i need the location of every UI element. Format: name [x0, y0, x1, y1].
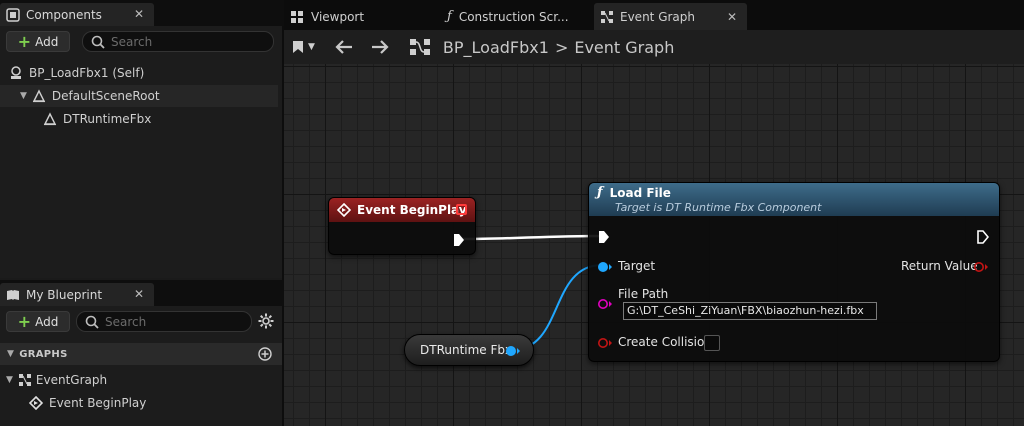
- create-collision-checkbox[interactable]: [704, 335, 720, 351]
- breadcrumb-graph[interactable]: Event Graph: [574, 38, 674, 57]
- close-icon[interactable]: ✕: [727, 10, 737, 24]
- delegate-pin-icon[interactable]: [456, 204, 467, 215]
- graph-item-event-beginplay[interactable]: Event BeginPlay: [0, 392, 278, 414]
- plus-icon: +: [17, 31, 32, 51]
- graphs-section-label: GRAPHS: [19, 348, 68, 360]
- return-value-pin-icon[interactable]: [973, 261, 989, 273]
- tab-construction-script[interactable]: ƒ Construction Scr...: [447, 3, 587, 30]
- create-collision-pin-label: Create Collision: [618, 335, 712, 349]
- event-beginplay-title: Event BeginPlay: [357, 203, 467, 217]
- add-component-button[interactable]: + Add: [6, 31, 70, 52]
- tab-event-graph[interactable]: Event Graph ✕: [594, 3, 747, 30]
- dtruntime-fbx-variable-node[interactable]: DTRuntime Fbx: [404, 334, 534, 366]
- load-file-subtitle: Target is DT Runtime Fbx Component: [615, 201, 822, 214]
- editor-tabbar: Viewport ƒ Construction Scr... Event Gra…: [284, 0, 1024, 30]
- back-arrow-icon[interactable]: [335, 40, 353, 54]
- forward-arrow-icon[interactable]: [371, 40, 389, 54]
- tree-item-dtruntimefbx[interactable]: DTRuntimeFbx: [0, 108, 278, 130]
- load-file-title: Load File: [609, 185, 671, 200]
- tab-viewport[interactable]: Viewport: [290, 3, 430, 30]
- add-blueprint-item-button[interactable]: + Add: [6, 311, 70, 332]
- variable-out-pin-icon[interactable]: [505, 345, 521, 357]
- tab-viewport-label: Viewport: [311, 9, 365, 24]
- collapse-arrow-icon[interactable]: ▼: [6, 375, 13, 385]
- exec-wire[interactable]: [461, 234, 603, 241]
- graph-item-event-beginplay-label: Event BeginPlay: [49, 396, 147, 410]
- add-blueprint-item-label: Add: [35, 314, 59, 329]
- blueprint-self-icon: [8, 66, 24, 80]
- function-icon: ƒ: [597, 185, 603, 200]
- event-diamond-icon: [28, 396, 44, 410]
- component-icon: [42, 112, 58, 126]
- tree-item-dtruntimefbx-label: DTRuntimeFbx: [63, 112, 152, 126]
- plus-icon: +: [17, 311, 32, 331]
- tree-item-self-label: BP_LoadFbx1 (Self): [29, 66, 145, 80]
- function-icon: ƒ: [447, 9, 452, 24]
- bookmark-icon[interactable]: [292, 40, 304, 54]
- book-icon: [7, 289, 19, 300]
- load-file-header[interactable]: ƒ Load File Target is DT Runtime Fbx Com…: [589, 183, 999, 216]
- viewport-icon: [291, 10, 303, 23]
- graph-editor: Viewport ƒ Construction Scr... Event Gra…: [284, 0, 1024, 426]
- graph-toolbar: ▼ BP_LoadFbx1 > Event Graph: [284, 30, 1024, 64]
- collapse-arrow-icon[interactable]: ▼: [7, 349, 14, 359]
- file-path-pin-icon[interactable]: [597, 298, 613, 310]
- breadcrumb-separator: >: [554, 37, 569, 57]
- tab-construction-script-label: Construction Scr...: [458, 9, 569, 24]
- my-blueprint-panel: + Add ▼ GRAPHS: [0, 306, 282, 426]
- components-tab-label: Components: [26, 7, 102, 22]
- event-diamond-icon: [337, 203, 351, 217]
- load-file-node[interactable]: ƒ Load File Target is DT Runtime Fbx Com…: [588, 182, 1000, 362]
- scene-root-icon: [31, 89, 47, 103]
- event-graph-icon: [601, 10, 613, 23]
- graph-canvas[interactable]: Event BeginPlay ƒ Load File Target is DT…: [284, 64, 1024, 426]
- target-pin-label: Target: [618, 259, 656, 273]
- components-tab[interactable]: Components ✕: [0, 3, 154, 26]
- dtruntime-fbx-variable-label: DTRuntime Fbx: [420, 343, 513, 357]
- return-value-pin-label: Return Value: [901, 259, 978, 273]
- exec-out-pin-icon[interactable]: [453, 233, 465, 247]
- event-beginplay-header[interactable]: Event BeginPlay: [329, 198, 475, 222]
- add-graph-icon[interactable]: [258, 347, 272, 361]
- add-component-label: Add: [35, 34, 59, 49]
- breadcrumb-blueprint[interactable]: BP_LoadFbx1: [443, 38, 549, 57]
- components-icon: [6, 7, 20, 22]
- left-column: Components ✕ + Add BP_LoadFbx1 (Self) ▼: [0, 0, 284, 426]
- event-graph-icon: [17, 373, 33, 387]
- tab-event-graph-label: Event Graph: [620, 9, 695, 24]
- exec-out-pin-icon[interactable]: [977, 230, 989, 244]
- components-search-input[interactable]: [111, 34, 251, 49]
- search-icon: [85, 315, 99, 329]
- file-path-pin-label: File Path: [618, 287, 669, 301]
- components-search[interactable]: [82, 31, 274, 52]
- components-panel: + Add BP_LoadFbx1 (Self) ▼ DefaultSceneR…: [0, 26, 282, 278]
- tree-item-self[interactable]: BP_LoadFbx1 (Self): [0, 62, 278, 84]
- tree-item-default-scene-root[interactable]: ▼ DefaultSceneRoot: [0, 85, 278, 107]
- my-blueprint-search-input[interactable]: [105, 314, 245, 329]
- my-blueprint-tab-label: My Blueprint: [26, 287, 103, 302]
- my-blueprint-tabbar: My Blueprint ✕: [0, 280, 284, 306]
- search-icon: [91, 35, 105, 49]
- close-icon[interactable]: ✕: [134, 287, 144, 301]
- collapse-arrow-icon[interactable]: ▼: [20, 91, 27, 101]
- exec-in-pin-icon[interactable]: [598, 230, 610, 244]
- event-beginplay-node[interactable]: Event BeginPlay: [328, 197, 476, 255]
- close-icon[interactable]: ✕: [134, 7, 144, 21]
- graphs-section-header[interactable]: ▼ GRAPHS: [0, 343, 282, 365]
- tree-item-default-scene-root-label: DefaultSceneRoot: [51, 89, 160, 103]
- my-blueprint-tab[interactable]: My Blueprint ✕: [0, 283, 154, 306]
- file-path-input[interactable]: G:\DT_CeShi_ZiYuan\FBX\biaozhun-hezi.fbx: [623, 302, 877, 320]
- create-collision-pin-icon[interactable]: [597, 337, 613, 349]
- chevron-down-icon[interactable]: ▼: [308, 42, 315, 52]
- blueprint-graph-icon: [409, 39, 430, 55]
- graph-item-eventgraph-label: EventGraph: [35, 373, 108, 387]
- my-blueprint-search[interactable]: [76, 311, 252, 332]
- gear-icon[interactable]: [258, 313, 274, 329]
- components-tabbar: Components ✕: [0, 0, 284, 26]
- target-pin-icon[interactable]: [597, 261, 613, 273]
- graph-item-eventgraph[interactable]: ▼ EventGraph: [0, 369, 278, 391]
